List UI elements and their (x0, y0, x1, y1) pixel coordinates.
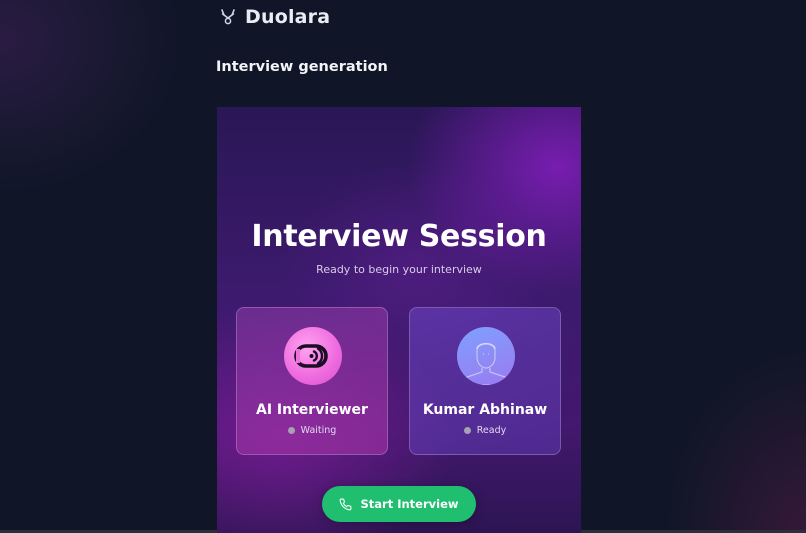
brand-name: Duolara (245, 6, 331, 28)
session-title: Interview Session (251, 219, 547, 254)
ai-interviewer-status: Waiting (237, 425, 387, 436)
candidate-status: Ready (410, 425, 560, 436)
ai-voice-icon (294, 344, 328, 368)
page-title: Interview generation (216, 59, 388, 75)
status-text: Waiting (300, 425, 337, 436)
status-dot (287, 427, 295, 434)
candidate-name: Kumar Abhinaw (422, 402, 548, 418)
candidate-avatar (457, 327, 515, 385)
start-interview-button[interactable]: Start Interview (322, 486, 476, 522)
user-avatar-icon (463, 342, 509, 385)
ai-interviewer-card: AI Interviewer Waiting (236, 307, 388, 455)
ai-avatar (284, 327, 342, 385)
candidate-card: Kumar Abhinaw Ready (409, 307, 561, 455)
status-text: Ready (476, 425, 507, 436)
status-dot (463, 427, 471, 434)
antler-logo-icon (221, 9, 235, 25)
ai-interviewer-name: AI Interviewer (256, 402, 368, 418)
brand[interactable]: Duolara (219, 6, 330, 28)
start-interview-label: Start Interview (360, 497, 459, 511)
phone-icon (340, 498, 352, 510)
session-subtitle: Ready to begin your interview (316, 263, 482, 276)
interview-panel: Interview Session Ready to begin your in… (217, 107, 581, 533)
